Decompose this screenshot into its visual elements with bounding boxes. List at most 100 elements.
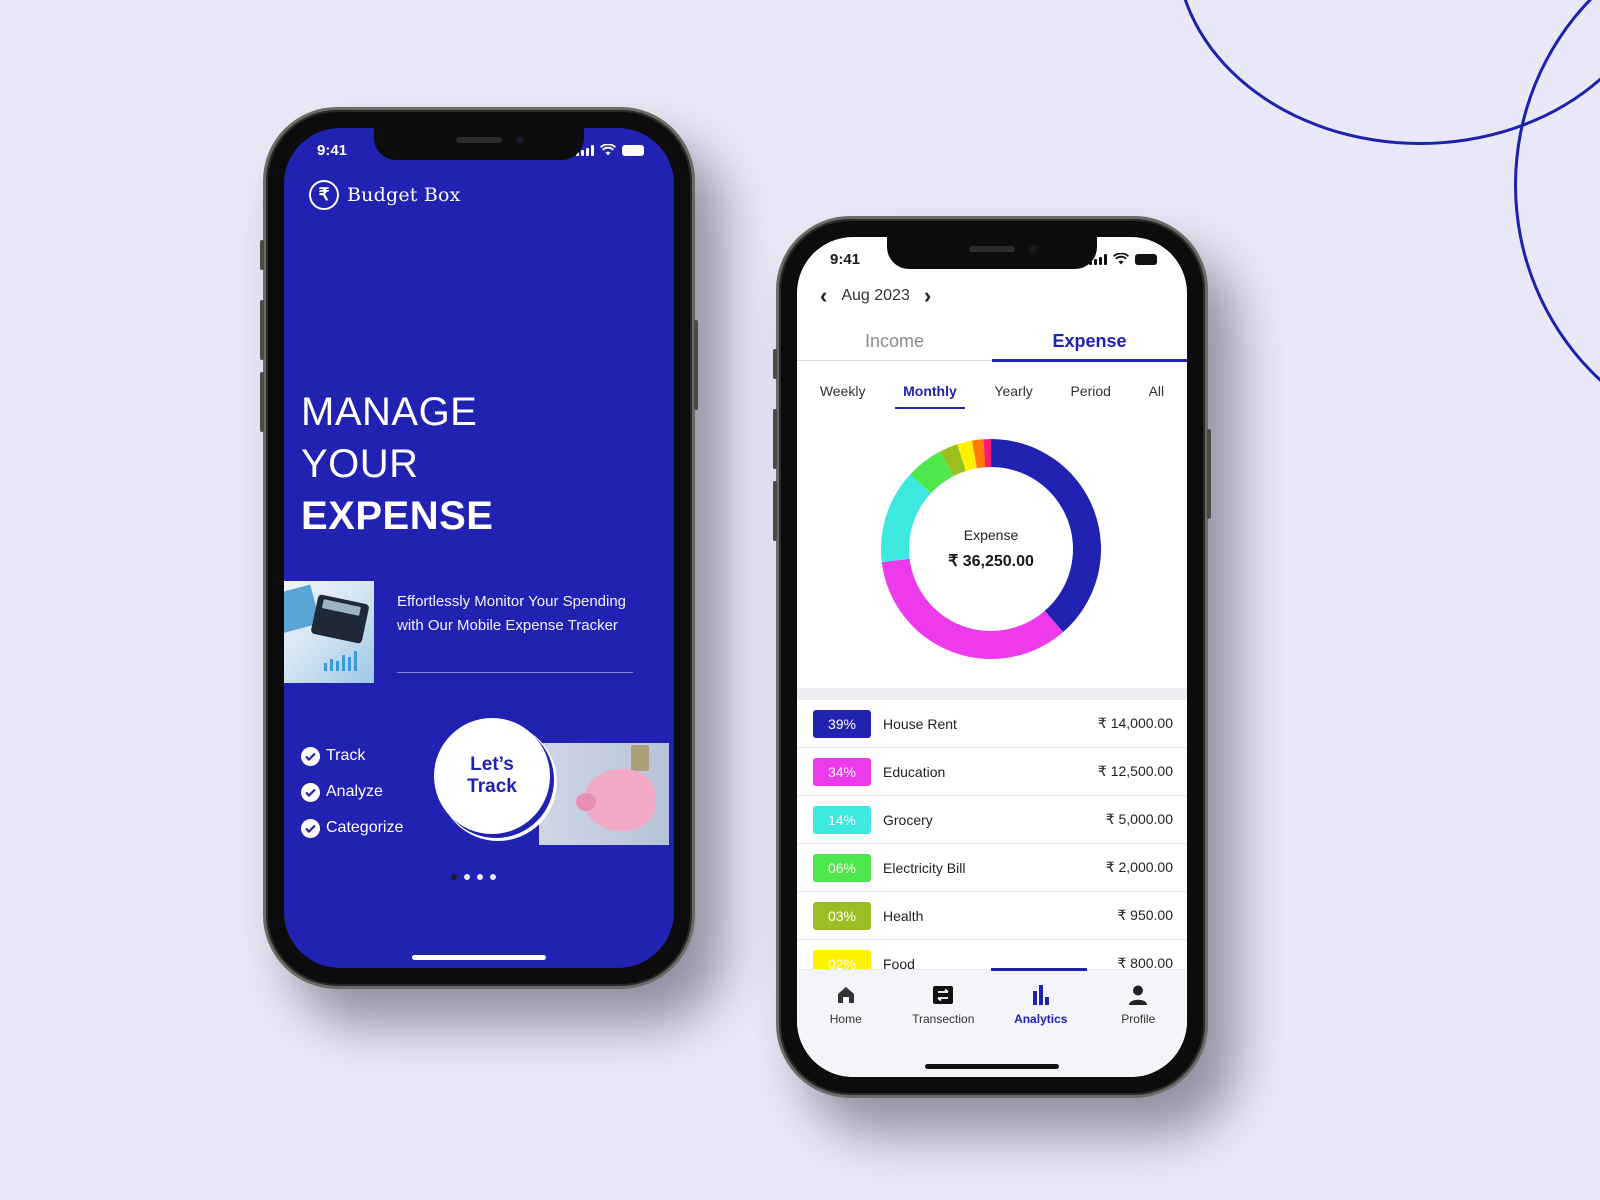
headline-line-3: EXPENSE — [301, 494, 494, 538]
cta-line-1: Let’s — [470, 754, 514, 775]
volume-down-button — [773, 481, 777, 541]
bottom-navigation: Home Transection Analytics Profile — [797, 968, 1187, 1077]
category-name: Electricity Bill — [883, 859, 966, 876]
onboarding-screen: 9:41 ₹ Budget Box MANAGE YOUR EXPENSE Ef… — [284, 128, 674, 968]
tab-yearly[interactable]: Yearly — [986, 377, 1040, 405]
notch — [374, 128, 584, 160]
category-name: House Rent — [883, 715, 957, 732]
lets-track-button[interactable]: Let’s Track — [434, 718, 550, 834]
rupee-logo-icon: ₹ — [309, 180, 339, 210]
home-indicator[interactable] — [925, 1064, 1059, 1069]
volume-up-button — [773, 409, 777, 469]
promo-text: Effortlessly Monitor Your Spending with … — [397, 593, 627, 634]
wifi-icon — [1113, 253, 1129, 265]
headline-line-2: YOUR — [301, 442, 419, 486]
status-time: 9:41 — [830, 250, 861, 268]
page-indicator — [451, 874, 496, 880]
page-dot-active[interactable] — [451, 874, 457, 880]
page-dot[interactable] — [464, 874, 470, 880]
category-row[interactable]: 03% Health ₹ 950.00 — [797, 892, 1187, 940]
mute-switch — [773, 349, 777, 379]
feature-label: Track — [326, 747, 366, 764]
month-navigator: ‹ Aug 2023 › — [820, 285, 931, 307]
chevron-right-icon[interactable]: › — [924, 285, 931, 307]
analytics-icon — [1030, 984, 1052, 1006]
month-label: Aug 2023 — [841, 287, 910, 304]
category-row[interactable]: 06% Electricity Bill ₹ 2,000.00 — [797, 844, 1187, 892]
transaction-icon — [932, 984, 954, 1006]
category-row[interactable]: 14% Grocery ₹ 5,000.00 — [797, 796, 1187, 844]
brand-name: Budget Box — [347, 184, 461, 206]
category-amount: ₹ 950.00 — [1117, 907, 1173, 923]
headline-line-1: MANAGE — [301, 390, 478, 434]
percent-badge: 39% — [813, 709, 871, 738]
check-circle-icon — [301, 782, 320, 802]
tab-weekly[interactable]: Weekly — [812, 377, 874, 405]
tab-monthly[interactable]: Monthly — [895, 377, 965, 409]
category-name: Grocery — [883, 811, 933, 828]
camera-icon — [1027, 243, 1039, 255]
battery-icon — [622, 144, 644, 156]
feature-list: Track Analyze Categorize — [301, 738, 403, 846]
percent-badge: 06% — [813, 853, 871, 882]
analytics-screen: 9:41 ‹ Aug 2023 › Income Expense Weekly … — [797, 237, 1187, 1077]
category-name: Education — [883, 763, 946, 780]
divider — [397, 672, 633, 673]
nav-label: Profile — [1121, 1012, 1156, 1026]
cta-line-2: Track — [467, 776, 517, 797]
nav-active-indicator — [991, 968, 1087, 971]
nav-label: Transection — [912, 1012, 975, 1026]
onboarding-phone: 9:41 ₹ Budget Box MANAGE YOUR EXPENSE Ef… — [260, 107, 698, 989]
nav-home[interactable]: Home — [798, 984, 894, 1026]
percent-badge: 03% — [813, 901, 871, 930]
battery-icon — [1135, 253, 1157, 265]
piggy-bank-image — [539, 743, 669, 845]
tab-period[interactable]: Period — [1062, 377, 1118, 405]
feature-item: Track — [301, 738, 403, 774]
donut-total: ₹ 36,250.00 — [948, 553, 1034, 570]
nav-profile[interactable]: Profile — [1090, 984, 1186, 1026]
nav-transection[interactable]: Transection — [895, 984, 991, 1026]
percent-badge: 34% — [813, 757, 871, 786]
status-time: 9:41 — [317, 141, 348, 159]
feature-item: Categorize — [301, 810, 403, 846]
nav-analytics[interactable]: Analytics — [993, 984, 1089, 1026]
period-tabs: Weekly Monthly Yearly Period All — [797, 377, 1187, 409]
category-name: Health — [883, 907, 924, 924]
mute-switch — [260, 240, 264, 270]
check-circle-icon — [301, 746, 320, 766]
tab-income[interactable]: Income — [797, 327, 992, 360]
category-amount: ₹ 5,000.00 — [1105, 811, 1173, 827]
feature-label: Analyze — [326, 783, 383, 800]
volume-down-button — [260, 372, 264, 432]
category-amount: ₹ 2,000.00 — [1105, 859, 1173, 875]
home-indicator[interactable] — [412, 955, 546, 960]
profile-icon — [1127, 984, 1149, 1006]
percent-badge: 14% — [813, 805, 871, 834]
donut-label: Expense — [963, 527, 1019, 543]
wifi-icon — [600, 144, 616, 156]
volume-up-button — [260, 300, 264, 360]
chevron-left-icon[interactable]: ‹ — [820, 285, 827, 307]
page-dot[interactable] — [490, 874, 496, 880]
nav-label: Analytics — [1014, 1012, 1068, 1026]
power-button — [1207, 429, 1211, 519]
camera-icon — [514, 134, 526, 146]
calculator-image — [284, 581, 374, 683]
category-row[interactable]: 39% House Rent ₹ 14,000.00 — [797, 700, 1187, 748]
category-list: 39% House Rent ₹ 14,000.00 34% Education… — [797, 700, 1187, 988]
headline: MANAGE YOUR EXPENSE — [301, 386, 493, 542]
notch — [887, 237, 1097, 269]
type-tabs: Income Expense — [797, 327, 1187, 362]
tab-expense[interactable]: Expense — [992, 327, 1187, 362]
section-divider — [797, 688, 1187, 700]
nav-label: Home — [829, 1012, 862, 1026]
brand: ₹ Budget Box — [309, 180, 461, 210]
category-row[interactable]: 34% Education ₹ 12,500.00 — [797, 748, 1187, 796]
tab-all[interactable]: All — [1141, 377, 1173, 405]
feature-item: Analyze — [301, 774, 403, 810]
feature-label: Categorize — [326, 819, 404, 836]
expense-donut-chart: Expense ₹ 36,250.00 — [879, 437, 1103, 661]
home-icon — [835, 984, 857, 1006]
page-dot[interactable] — [477, 874, 483, 880]
